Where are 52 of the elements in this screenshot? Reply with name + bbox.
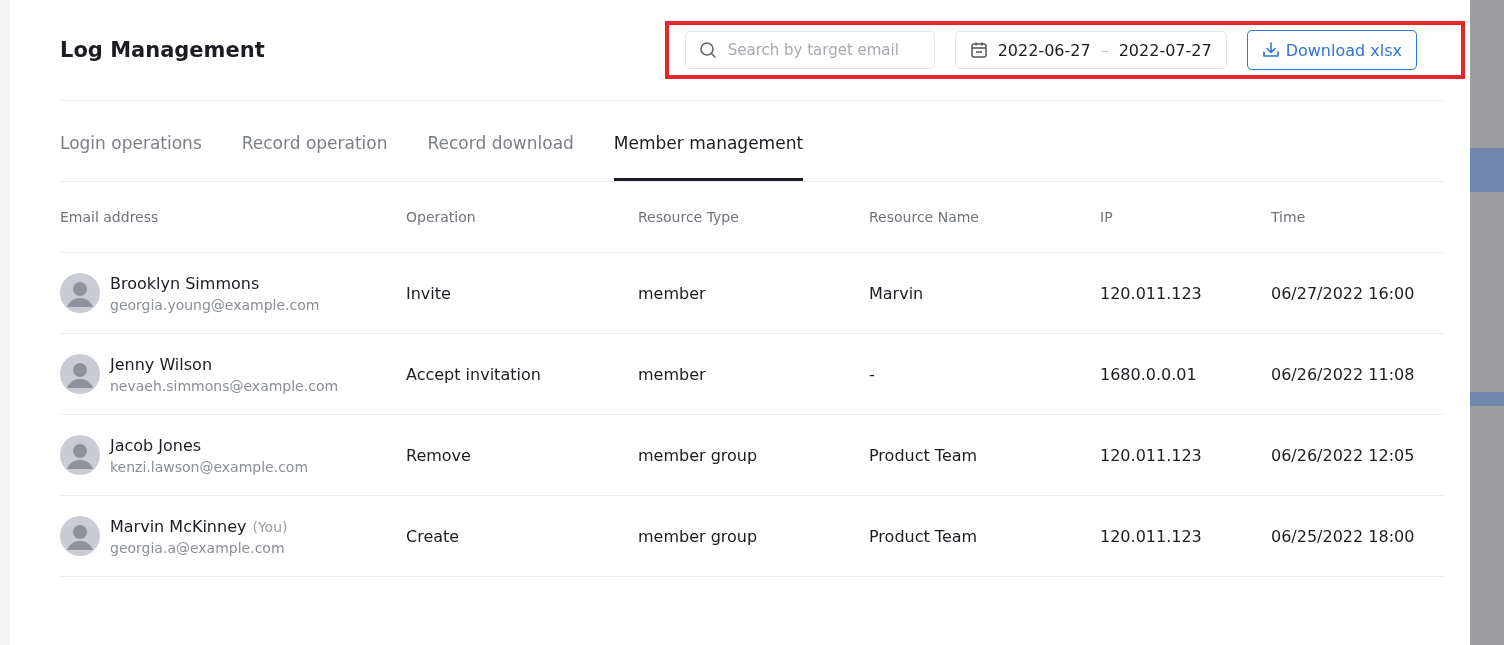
avatar-icon [60,516,100,556]
table-cell-text: 06/26/2022 11:08 [1271,364,1416,384]
table-cell-text: 06/26/2022 12:05 [1271,445,1416,465]
table-cell-text: Marvin [869,283,925,303]
tab[interactable]: Record operation [241,101,388,181]
table-cell-text: Invite [406,283,452,303]
table-cell-text: member group [638,526,759,546]
avatar-icon [60,273,100,313]
column-header: Operation [406,209,477,225]
column-header: Email address [60,209,160,225]
column-header: Resource Name [869,209,980,225]
column-header: Resource Type [638,209,740,225]
date-range-field[interactable]: 2022-06-27 – 2022-07-27 [954,31,1227,69]
table-cell-text: 120.011.123 [1100,526,1203,546]
table-cell-text: member [638,364,707,384]
column-header: IP [1100,209,1114,225]
table-cell-text: - [869,364,876,384]
table-cell-text: Product Team [869,445,979,465]
tab[interactable]: Record download [427,101,574,181]
table-cell-text: 120.011.123 [1100,445,1203,465]
table-cell-text: member [638,283,707,303]
table-cell-text: 06/25/2022 18:00 [1271,526,1416,546]
table-cell-text: 06/27/2022 16:00 [1271,283,1416,303]
avatar-icon [60,435,100,475]
user-email: georgia.young@example.com [110,296,320,313]
table-cell-text: member group [638,445,759,465]
avatar-icon [60,354,100,394]
user-name: Jacob Jones [110,435,202,455]
page-title: Log Management [60,38,265,62]
column-header: Time [1271,209,1307,225]
start-date: 2022-06-27 [997,40,1091,60]
table-cell-text: 1680.0.0.01 [1100,364,1198,384]
user-email: nevaeh.simmons@example.com [110,377,339,394]
user-name: Brooklyn Simmons [110,273,260,293]
table-cell-text: Product Team [869,526,979,546]
user-email: georgia.a@example.com [110,539,286,556]
tab[interactable]: Member management [613,101,804,181]
search-field[interactable]: Search by target email [684,31,935,69]
download-icon [1261,41,1280,59]
table-cell-text: Accept invitation [406,364,542,384]
end-date: 2022-07-27 [1118,40,1212,60]
user-name: Marvin McKinney [110,516,247,536]
table-cell-text: 120.011.123 [1100,283,1203,303]
tab[interactable]: Login operations [60,101,202,181]
user-email: kenzi.lawson@example.com [110,458,309,475]
you-label: (You) [252,518,288,535]
download-button[interactable]: Download xlsx [1246,30,1417,70]
date-separator: – [1100,40,1109,60]
table-cell-text: Create [406,526,461,546]
user-name: Jenny Wilson [110,354,213,374]
calendar-icon [969,41,988,59]
table-cell-text: Remove [406,445,472,465]
